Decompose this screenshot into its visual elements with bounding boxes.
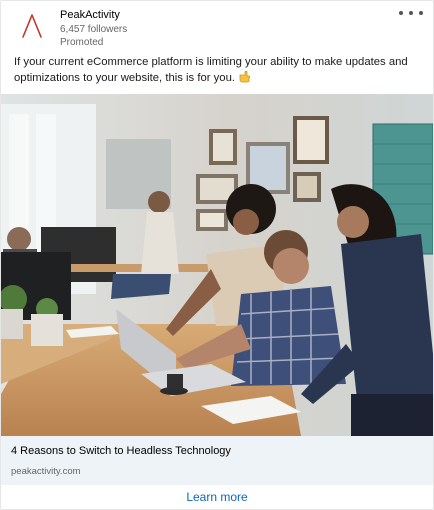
post-body-text: If your current eCommerce platform is li… — [14, 56, 408, 84]
company-logo[interactable] — [15, 9, 49, 43]
learn-more-button[interactable]: Learn more — [1, 485, 433, 509]
ad-link-footer[interactable] — [1, 436, 433, 485]
follower-count: 6,457 followers — [60, 24, 128, 35]
promoted-label: Promoted — [60, 37, 104, 48]
more-options-icon[interactable] — [399, 5, 423, 21]
sponsored-post-card: PeakActivity 6,457 followers Promoted If… — [0, 0, 434, 510]
ad-headline[interactable]: 4 Reasons to Switch to Headless Technolo… — [11, 445, 231, 457]
post-header: PeakActivity 6,457 followers Promoted — [1, 1, 433, 51]
company-name[interactable]: PeakActivity — [60, 9, 120, 22]
post-body: If your current eCommerce platform is li… — [14, 54, 420, 86]
ad-image-office-team[interactable] — [1, 94, 433, 436]
pointing-hand-icon — [239, 70, 251, 83]
ad-domain: peakactivity.com — [11, 466, 81, 477]
